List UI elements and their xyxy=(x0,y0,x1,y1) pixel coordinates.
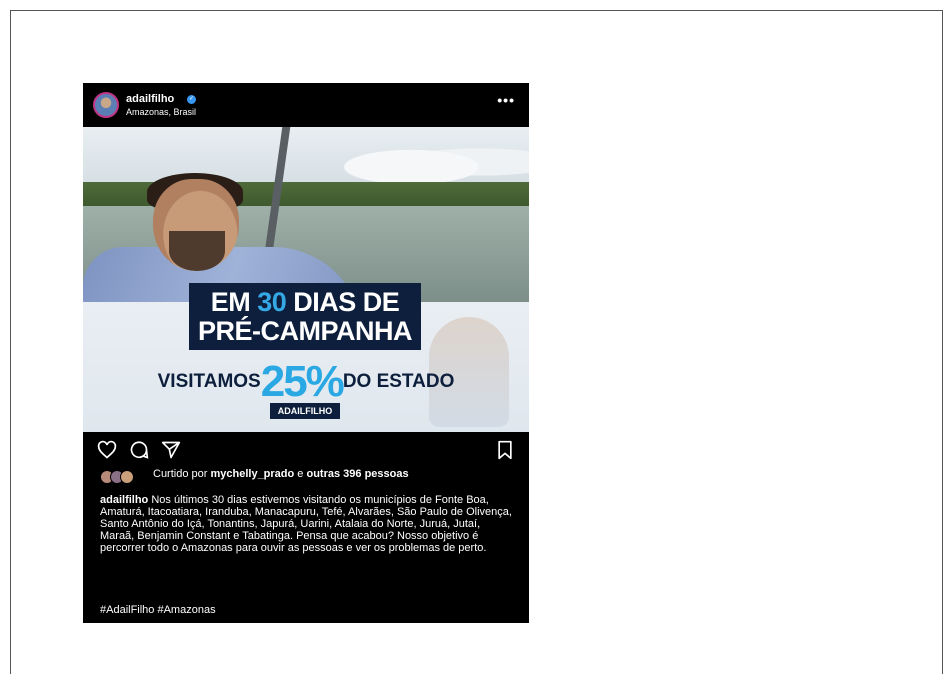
headline-banner: EM 30 DIAS DE PRÉ-CAMPANHA xyxy=(189,283,421,350)
post-location[interactable]: Amazonas, Brasil xyxy=(126,107,196,117)
image-person-beard xyxy=(169,231,225,271)
avatar[interactable] xyxy=(93,92,119,118)
caption-text: Nos últimos 30 dias estivemos visitando … xyxy=(100,494,512,554)
caption: adailfilho Nos últimos 30 dias estivemos… xyxy=(100,494,514,554)
more-icon[interactable]: ••• xyxy=(497,92,515,108)
likes-text[interactable]: Curtido por mychelly_prado e outras 396 … xyxy=(153,468,513,480)
action-bar xyxy=(83,432,529,468)
post-username[interactable]: adailfilho xyxy=(126,93,174,105)
comment-icon[interactable] xyxy=(129,440,149,460)
post-image[interactable]: EM 30 DIAS DE PRÉ-CAMPANHA VISITAMOS25%D… xyxy=(83,127,529,432)
share-icon[interactable] xyxy=(161,440,181,460)
bookmark-icon[interactable] xyxy=(495,440,515,460)
liker-avatars[interactable] xyxy=(100,470,144,484)
hashtags[interactable]: #AdailFilho #Amazonas xyxy=(100,604,216,616)
headline-line-1: EM 30 DIAS DE xyxy=(210,287,400,317)
image-clouds xyxy=(333,137,529,187)
verified-icon: ✓ xyxy=(187,95,196,104)
instagram-post: adailfilho ✓ Amazonas, Brasil ••• EM 30 … xyxy=(83,83,529,623)
caption-username[interactable]: adailfilho xyxy=(100,494,148,506)
headline-line-2: PRÉ-CAMPANHA xyxy=(198,316,413,346)
heart-icon[interactable] xyxy=(97,440,117,460)
brand-tag: ADAILFILHO xyxy=(270,403,340,419)
post-header: adailfilho ✓ Amazonas, Brasil ••• xyxy=(83,83,529,127)
visit-headline: VISITAMOS25%DO ESTADO xyxy=(157,357,455,406)
